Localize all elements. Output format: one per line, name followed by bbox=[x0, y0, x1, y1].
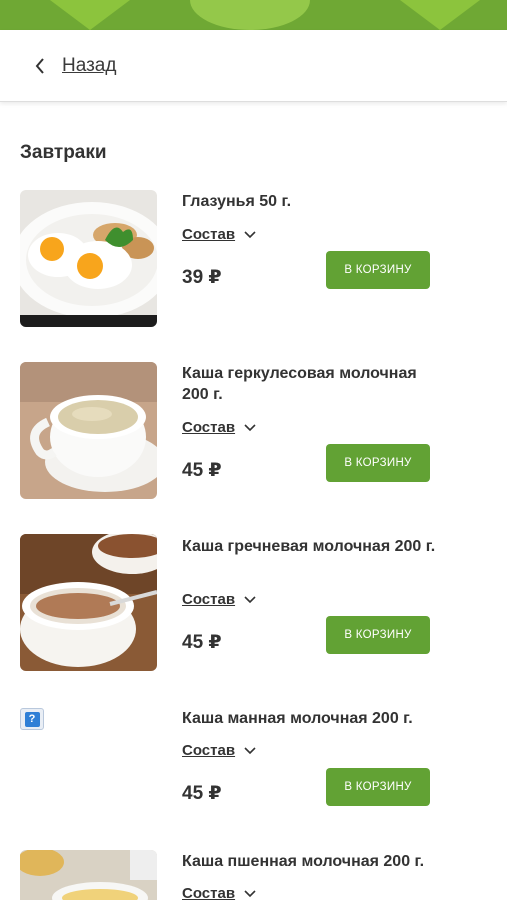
composition-toggle[interactable]: Состав bbox=[182, 591, 257, 608]
back-label: Назад bbox=[62, 55, 117, 76]
product-image-buckwheat[interactable] bbox=[20, 534, 157, 671]
product-image-fried-eggs[interactable] bbox=[20, 190, 157, 327]
add-to-cart-button[interactable]: В КОРЗИНУ bbox=[326, 616, 430, 654]
composition-label: Состав bbox=[182, 591, 236, 608]
composition-label: Состав bbox=[182, 419, 236, 436]
product-price: 45 ₽ bbox=[182, 460, 222, 481]
chevron-left-icon bbox=[30, 56, 50, 76]
chevron-down-icon bbox=[243, 593, 257, 607]
chevron-down-icon bbox=[243, 744, 257, 758]
section-title: Завтраки bbox=[20, 142, 107, 163]
product-price: 39 ₽ bbox=[182, 267, 222, 288]
product-name: Каша пшенная молочная 200 г. bbox=[182, 853, 425, 870]
product-name: Каша гречневая молочная 200 г. bbox=[182, 538, 436, 555]
composition-toggle[interactable]: Состав bbox=[182, 226, 257, 243]
composition-toggle[interactable]: Состав bbox=[182, 419, 257, 436]
composition-toggle[interactable]: Состав bbox=[182, 885, 257, 900]
back-button[interactable]: Назад bbox=[30, 30, 116, 102]
product-name: Каша геркулесовая молочная 200 г. bbox=[182, 365, 417, 403]
add-to-cart-button[interactable]: В КОРЗИНУ bbox=[326, 251, 430, 289]
product-name: Глазунья 50 г. bbox=[182, 193, 292, 210]
product-name: Каша манная молочная 200 г. bbox=[182, 710, 413, 727]
product-price: 45 ₽ bbox=[182, 632, 222, 653]
composition-label: Состав bbox=[182, 226, 236, 243]
composition-label: Состав bbox=[182, 742, 236, 759]
chevron-down-icon bbox=[243, 228, 257, 242]
header-bar: Назад bbox=[0, 30, 507, 102]
composition-toggle[interactable]: Состав bbox=[182, 742, 257, 759]
chevron-down-icon bbox=[243, 421, 257, 435]
add-to-cart-button[interactable]: В КОРЗИНУ bbox=[326, 768, 430, 806]
composition-label: Состав bbox=[182, 885, 236, 900]
product-image-millet[interactable] bbox=[20, 850, 157, 900]
product-image-oatmeal[interactable] bbox=[20, 362, 157, 499]
chevron-down-icon bbox=[243, 887, 257, 900]
product-price: 45 ₽ bbox=[182, 783, 222, 804]
top-banner bbox=[0, 0, 507, 30]
add-to-cart-button[interactable]: В КОРЗИНУ bbox=[326, 444, 430, 482]
broken-image-icon: ? bbox=[20, 708, 44, 730]
